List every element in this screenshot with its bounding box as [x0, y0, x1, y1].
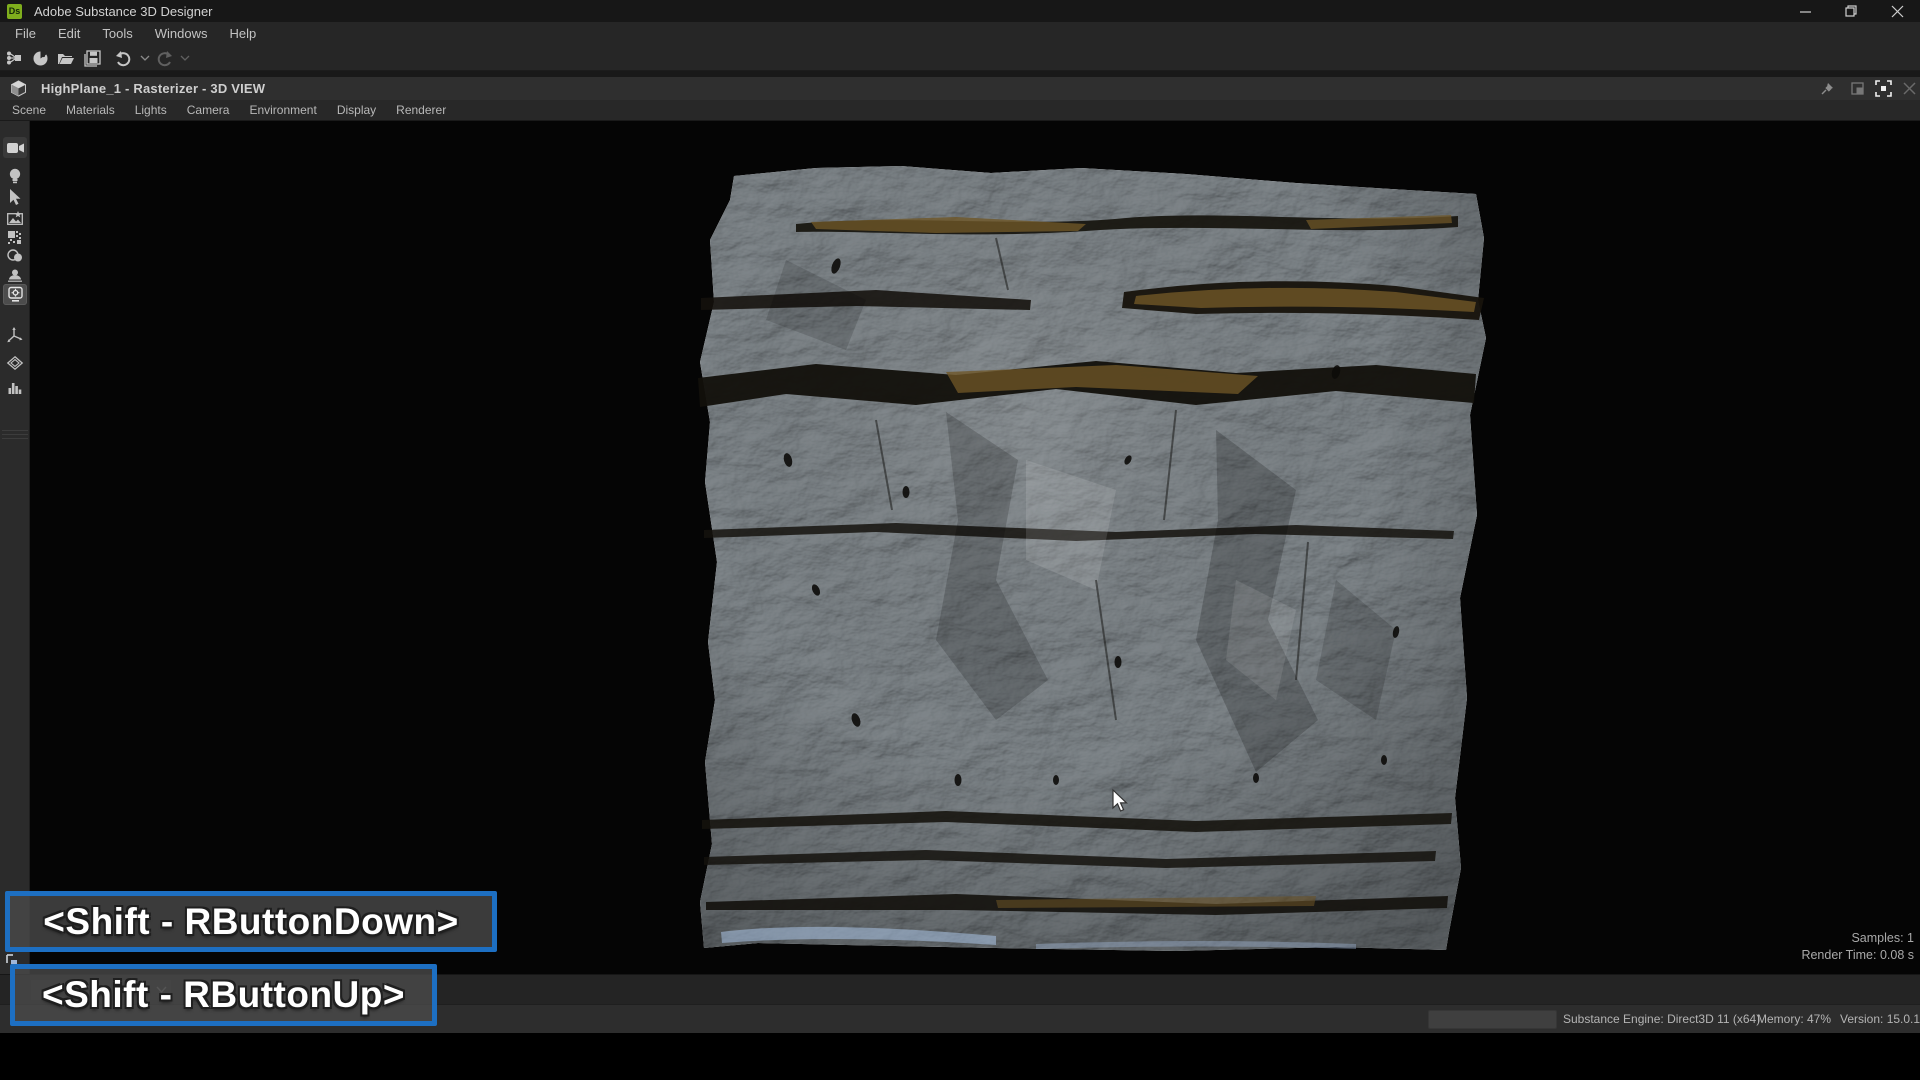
- environment-image-icon: [7, 211, 23, 225]
- menu-edit[interactable]: Edit: [47, 22, 91, 46]
- minimize-icon: [1800, 6, 1811, 17]
- wireframe-diamond-icon: [7, 356, 23, 370]
- close-icon: [1904, 83, 1915, 94]
- restore-button[interactable]: [1828, 0, 1874, 22]
- menu-camera[interactable]: Camera: [177, 100, 240, 121]
- main-toolbar: [0, 46, 1920, 71]
- keycast-shift-rbuttonup: <Shift - RButtonUp>: [10, 964, 437, 1026]
- float-window-button[interactable]: [1846, 79, 1868, 98]
- graph-link-icon: [6, 51, 22, 65]
- histogram-button[interactable]: [3, 376, 27, 397]
- material-spheres-icon: [7, 249, 23, 262]
- app-logo-icon: Ds: [7, 4, 22, 19]
- mouse-cursor: [1112, 789, 1132, 813]
- undo-history-button[interactable]: [138, 48, 152, 68]
- undo-icon: [115, 51, 131, 66]
- minimize-button[interactable]: [1782, 0, 1828, 22]
- titlebar: Ds Adobe Substance 3D Designer: [0, 0, 1920, 22]
- menu-file[interactable]: File: [4, 22, 47, 46]
- render-time-stat: Render Time: 0.08 s: [1801, 947, 1914, 964]
- open-button[interactable]: [54, 48, 76, 68]
- avatar-camera-button[interactable]: [3, 264, 27, 285]
- viewport-toolbar: [0, 121, 30, 974]
- open-folder-icon: [57, 51, 74, 65]
- rock-material-preview: [696, 160, 1496, 974]
- render-stats: Samples: 1 Render Time: 0.08 s: [1801, 930, 1914, 964]
- graph-link-button[interactable]: [3, 48, 25, 68]
- keycast-shift-rbuttondown: <Shift - RButtonDown>: [5, 891, 497, 952]
- progress-bar: [1428, 1010, 1557, 1029]
- menu-help[interactable]: Help: [218, 22, 267, 46]
- menu-scene[interactable]: Scene: [2, 100, 56, 121]
- undo-button[interactable]: [112, 48, 134, 68]
- samples-stat: Samples: 1: [1801, 930, 1914, 947]
- close-icon: [1892, 6, 1903, 17]
- close-button[interactable]: [1874, 0, 1920, 22]
- footer-area: [0, 1033, 1920, 1080]
- menubar: File Edit Tools Windows Help: [0, 22, 1920, 46]
- histogram-icon: [8, 380, 22, 394]
- display-settings-icon: [8, 287, 23, 302]
- redo-button[interactable]: [154, 48, 176, 68]
- 3d-view-panel-header[interactable]: HighPlane_1 - Rasterizer - 3D VIEW: [0, 77, 1920, 100]
- lights-button[interactable]: [3, 165, 27, 186]
- expand-panel-button[interactable]: [1872, 79, 1894, 98]
- window-title: Adobe Substance 3D Designer: [34, 4, 213, 19]
- pointer-icon: [9, 189, 21, 205]
- version-status: Version: 15.0.1: [1840, 1005, 1920, 1034]
- material-spheres-button[interactable]: [3, 245, 27, 266]
- translate-axis-button[interactable]: [3, 324, 27, 345]
- chevron-down-icon: [141, 56, 149, 61]
- pin-panel-button[interactable]: [1816, 79, 1838, 98]
- close-panel-button[interactable]: [1898, 79, 1920, 98]
- engine-status: Substance Engine: Direct3D 11 (x64): [1563, 1005, 1760, 1034]
- float-window-icon: [1851, 82, 1864, 95]
- menu-renderer[interactable]: Renderer: [386, 100, 456, 121]
- save-all-button[interactable]: [81, 48, 103, 68]
- environment-image-button[interactable]: [3, 207, 27, 228]
- menu-tools[interactable]: Tools: [91, 22, 143, 46]
- camera-view-icon: [7, 142, 24, 154]
- avatar-camera-icon: [8, 268, 22, 282]
- memory-status: Memory: 47%: [1757, 1005, 1831, 1034]
- menu-display[interactable]: Display: [327, 100, 386, 121]
- expand-icon: [1876, 81, 1891, 96]
- toolbar-separator: [2, 430, 28, 439]
- display-settings-button[interactable]: [3, 284, 27, 305]
- menu-environment[interactable]: Environment: [239, 100, 326, 121]
- pin-icon: [1821, 82, 1834, 95]
- redo-history-button[interactable]: [178, 48, 192, 68]
- pointer-button[interactable]: [3, 186, 27, 207]
- 3d-view-menubar: Scene Materials Lights Camera Environmen…: [0, 100, 1920, 121]
- wireframe-button[interactable]: [3, 352, 27, 373]
- redo-icon: [157, 51, 173, 66]
- cube-3d-icon: [10, 80, 27, 97]
- menu-materials[interactable]: Materials: [56, 100, 125, 121]
- camera-view-button[interactable]: [3, 137, 27, 158]
- restore-icon: [1845, 5, 1857, 17]
- panel-title: HighPlane_1 - Rasterizer - 3D VIEW: [41, 81, 265, 96]
- new-substance-button[interactable]: [29, 48, 51, 68]
- save-all-icon: [85, 51, 100, 66]
- menu-lights[interactable]: Lights: [125, 100, 177, 121]
- new-substance-icon: [33, 51, 48, 66]
- menu-windows[interactable]: Windows: [144, 22, 219, 46]
- chevron-down-icon: [181, 56, 189, 61]
- light-bulb-icon: [9, 168, 21, 184]
- dither-pattern-icon: [8, 231, 22, 245]
- 3d-viewport[interactable]: Samples: 1 Render Time: 0.08 s: [30, 121, 1920, 974]
- translate-axis-icon: [7, 327, 23, 343]
